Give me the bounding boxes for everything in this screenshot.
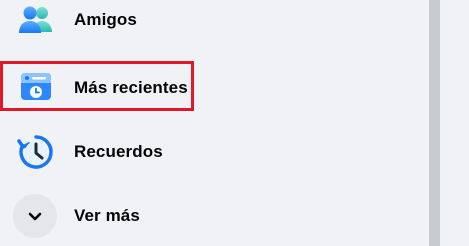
sidebar-item-mas-recientes[interactable]: Más recientes bbox=[0, 62, 420, 114]
friends-icon bbox=[16, 0, 56, 40]
sidebar-item-label: Ver más bbox=[74, 206, 140, 225]
memories-icon bbox=[16, 132, 56, 172]
sidebar-item-label: Amigos bbox=[74, 10, 137, 29]
sidebar-item-label: Recuerdos bbox=[74, 142, 163, 161]
sidebar-item-label: Más recientes bbox=[74, 78, 188, 97]
scrollbar[interactable] bbox=[429, 0, 440, 246]
chevron-down-icon bbox=[13, 194, 57, 238]
left-sidebar: Amigos Más recientes Recuerdos Ver más bbox=[0, 0, 430, 246]
sidebar-item-recuerdos[interactable]: Recuerdos bbox=[0, 126, 420, 178]
sidebar-item-ver-mas[interactable]: Ver más bbox=[0, 190, 420, 242]
most-recent-icon bbox=[16, 68, 56, 108]
content-edge bbox=[440, 0, 469, 246]
sidebar-item-amigos[interactable]: Amigos bbox=[0, 0, 420, 46]
